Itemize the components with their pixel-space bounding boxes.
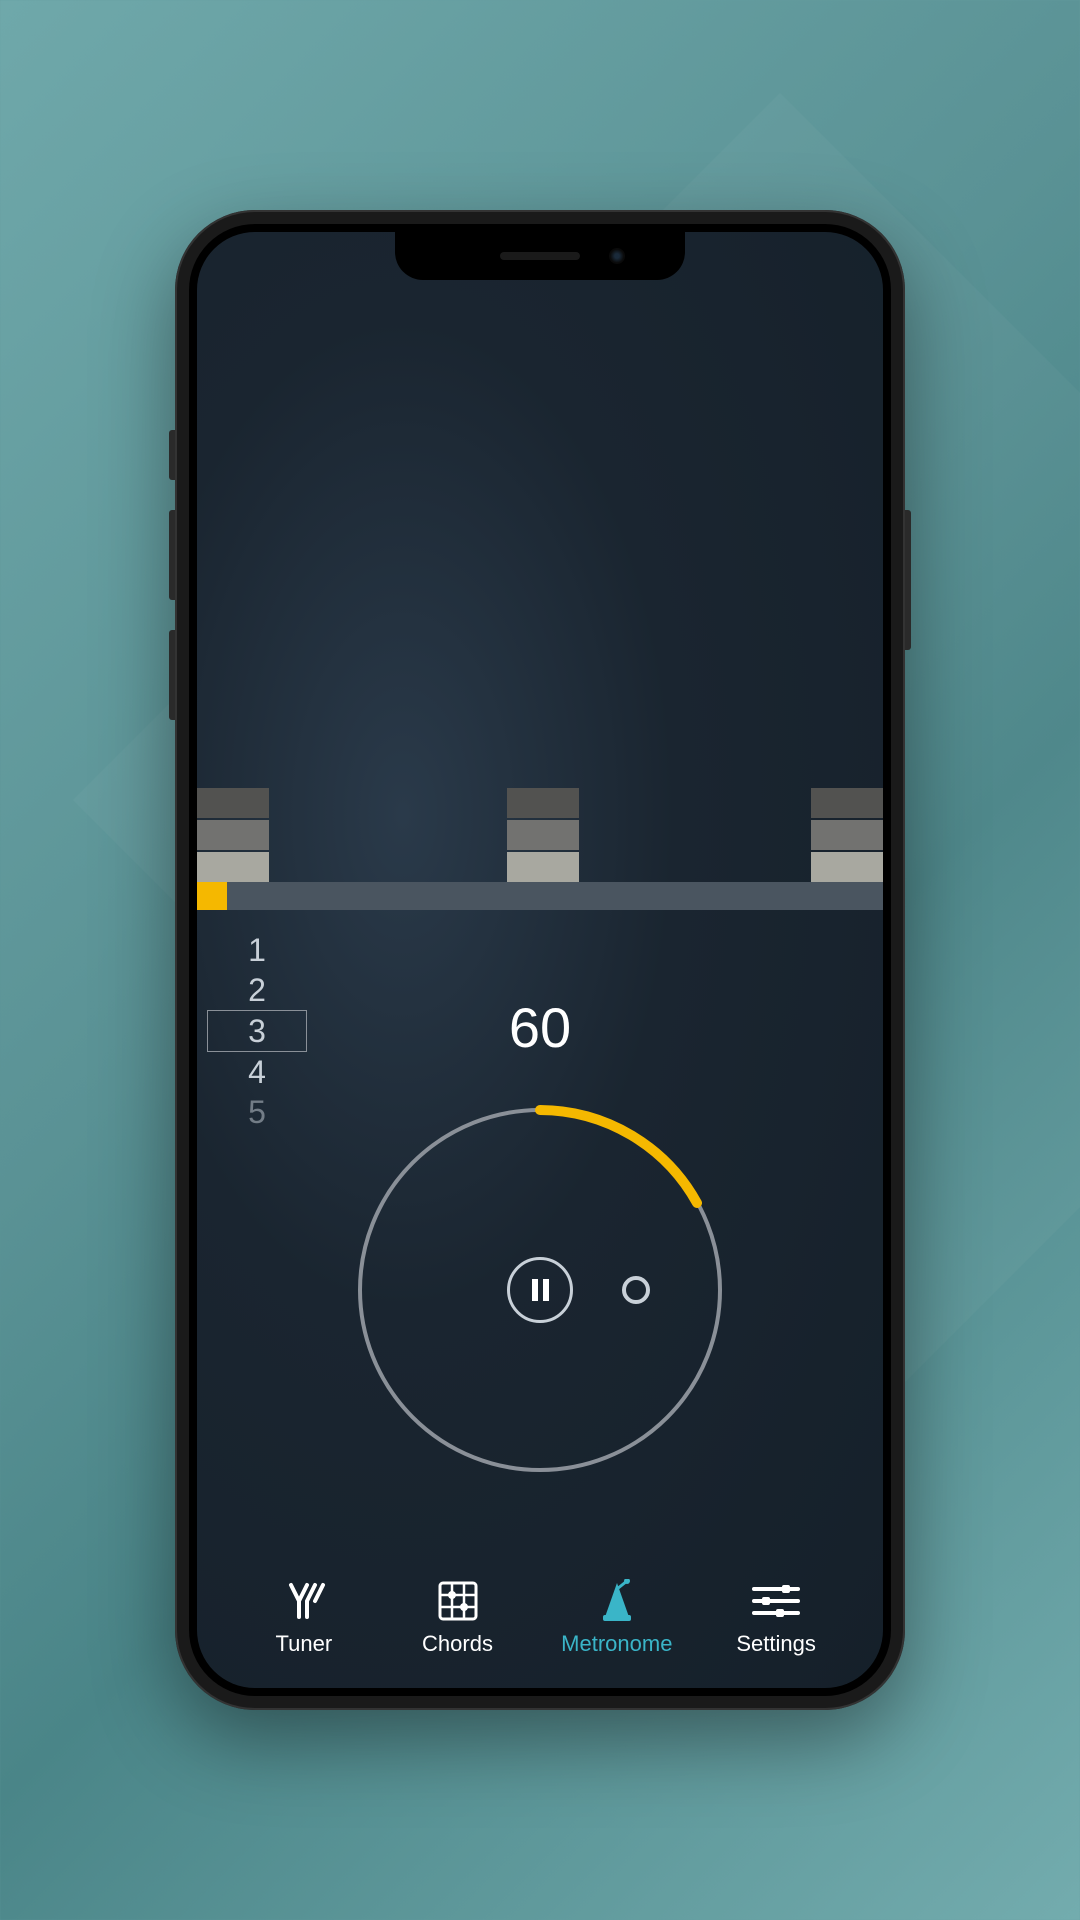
play-pause-button[interactable] [507,1257,573,1323]
tab-settings[interactable]: Settings [726,1579,826,1657]
phone-speaker [500,252,580,260]
tab-tuner[interactable]: Tuner [254,1579,354,1657]
beat-visualizer [197,732,883,882]
tab-label: Tuner [276,1631,333,1657]
beat-bar-1 [197,786,269,882]
beat-bar-2 [507,786,579,882]
screen: 1 2 3 4 5 60 [197,232,883,1688]
metronome-app: 1 2 3 4 5 60 [197,232,883,1688]
phone-frame: 1 2 3 4 5 60 [175,210,905,1710]
tap-tempo-button[interactable] [622,1276,650,1304]
tuning-fork-icon [279,1579,329,1623]
beat-option[interactable]: 4 [197,1052,317,1092]
controls-area: 1 2 3 4 5 60 [197,910,883,1568]
tab-bar: Tuner [197,1568,883,1688]
tab-metronome[interactable]: Metronome [561,1579,672,1657]
beat-option[interactable]: 2 [197,970,317,1010]
sliders-icon [751,1579,801,1623]
beats-per-measure-picker[interactable]: 1 2 3 4 5 [197,930,317,1132]
beat-option-selected[interactable]: 3 [207,1010,307,1052]
beat-progress-track[interactable] [197,882,883,910]
dial-progress-arc [540,1110,697,1203]
phone-power-button [905,510,911,650]
tempo-dial[interactable] [350,1100,730,1480]
tab-label: Chords [422,1631,493,1657]
beat-option[interactable]: 5 [197,1092,317,1132]
beat-option[interactable]: 1 [197,930,317,970]
bpm-display: 60 [509,995,571,1060]
tab-chords[interactable]: Chords [408,1579,508,1657]
phone-mute-switch [169,430,175,480]
phone-notch [395,232,685,280]
metronome-icon [592,1579,642,1623]
phone-volume-down [169,630,175,720]
beat-bar-3 [811,786,883,882]
pause-icon [532,1279,549,1301]
tab-label: Metronome [561,1631,672,1657]
tab-label: Settings [736,1631,816,1657]
beat-progress-indicator [197,882,227,910]
chord-grid-icon [433,1579,483,1623]
phone-volume-up [169,510,175,600]
phone-camera [609,248,625,264]
